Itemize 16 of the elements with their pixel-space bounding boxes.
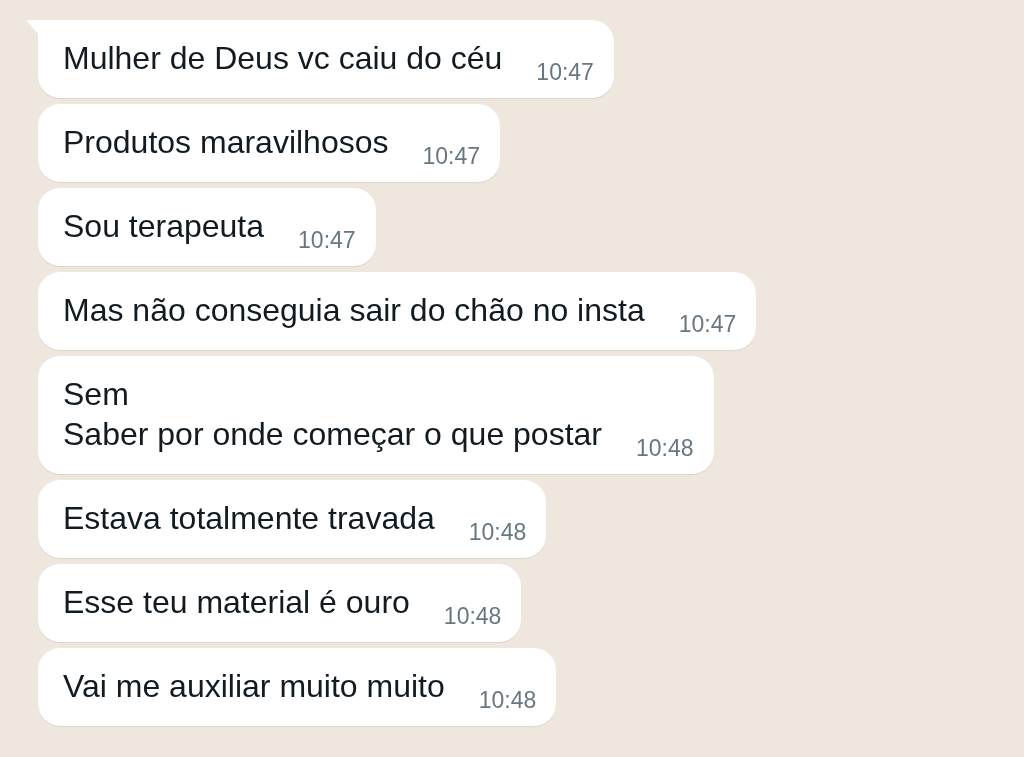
message-text: Mulher de Deus vc caiu do céu bbox=[63, 39, 503, 78]
message-time: 10:48 bbox=[478, 686, 537, 714]
message-text: Sou terapeuta bbox=[63, 207, 265, 246]
message-time: 10:47 bbox=[298, 226, 356, 254]
message-text: Mas não conseguia sair do chão no insta bbox=[63, 291, 645, 330]
message-time: 10:48 bbox=[636, 434, 694, 462]
message-time: 10:47 bbox=[536, 58, 594, 86]
message-text: Esse teu material é ouro bbox=[63, 583, 410, 622]
message-text: Estava totalmente travada bbox=[63, 499, 435, 538]
message-text: Vai me auxiliar muito muito bbox=[63, 667, 445, 706]
message-time: 10:48 bbox=[468, 518, 527, 546]
message-text: Produtos maravilhosos bbox=[63, 123, 389, 162]
message-time: 10:47 bbox=[678, 310, 737, 338]
message-time: 10:47 bbox=[422, 142, 481, 170]
message-text: Sem Saber por onde começar o que postar bbox=[63, 375, 602, 454]
message-time: 10:48 bbox=[443, 602, 502, 630]
